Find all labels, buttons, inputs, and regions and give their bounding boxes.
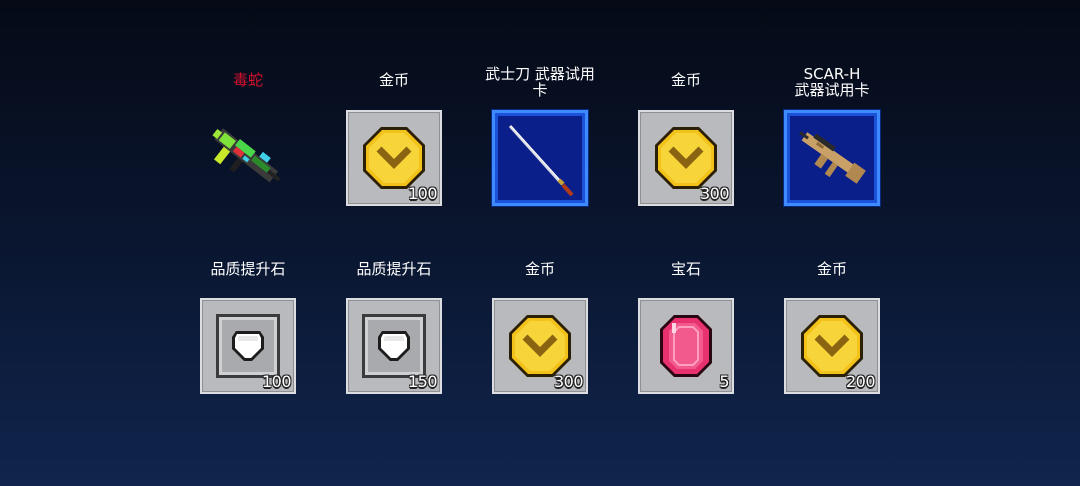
reward-count: 300 [699,184,730,203]
reward-count: 100 [407,184,438,203]
reward-tile[interactable] [200,110,296,206]
reward-label: 品质提升石 [210,260,286,278]
scar-h-rifle-icon [787,113,877,203]
reward-count: 5 [719,372,729,391]
reward-tile[interactable] [784,110,880,206]
reward-count: 200 [845,372,876,391]
rifle-weapon-icon [200,110,296,206]
reward-count: 150 [407,372,438,391]
reward-count: 300 [553,372,584,391]
reward-label: 宝石 [670,260,701,278]
reward-label: 武士刀 武器试用 卡 [485,65,595,99]
pink-gem-icon [640,300,732,392]
reward-label: 金币 [670,71,701,89]
reward-label: 毒蛇 [232,71,263,89]
reward-tile[interactable]: 150 [346,298,442,394]
reward-tile[interactable]: 300 [492,298,588,394]
reward-grid: 毒蛇 金币 100 武士刀 武器试用 卡 金币 300 SCAR-H 武器试用卡… [0,0,1080,486]
reward-tile[interactable]: 100 [200,298,296,394]
reward-label: 品质提升石 [356,260,432,278]
reward-tile[interactable] [492,110,588,206]
reward-label: 金币 [378,71,409,89]
reward-tile[interactable]: 300 [638,110,734,206]
reward-tile[interactable]: 200 [784,298,880,394]
reward-count: 100 [261,372,292,391]
reward-label: SCAR-H 武器试用卡 [794,65,870,99]
reward-label: 金币 [524,260,555,278]
katana-sword-icon [495,113,585,203]
reward-tile[interactable]: 5 [638,298,734,394]
reward-tile[interactable]: 100 [346,110,442,206]
reward-label: 金币 [816,260,847,278]
